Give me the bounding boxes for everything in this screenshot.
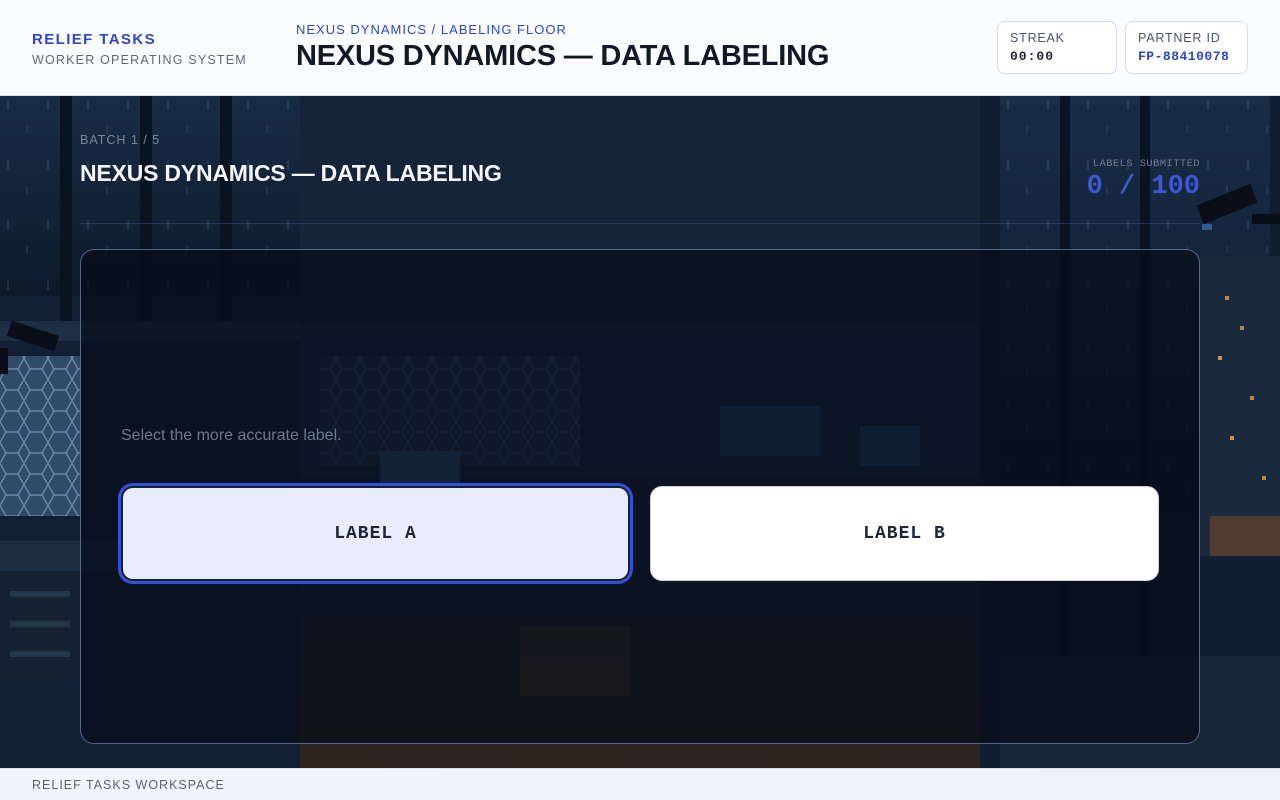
brand-subtitle: WORKER OPERATING SYSTEM bbox=[32, 53, 247, 67]
brand-title: RELIEF TASKS bbox=[32, 31, 157, 48]
header-divider bbox=[80, 223, 1200, 224]
task-title: NEXUS DYNAMICS — DATA LABELING bbox=[80, 160, 502, 186]
partner-id-label: PARTNER ID bbox=[1138, 31, 1221, 45]
top-header: RELIEF TASKS WORKER OPERATING SYSTEM NEX… bbox=[0, 0, 1280, 96]
streak-card: STREAK 00:00 bbox=[997, 21, 1117, 74]
labels-counter-label: LABELS SUBMITTED bbox=[1092, 158, 1200, 170]
footer-label: RELIEF TASKS WORKSPACE bbox=[32, 778, 225, 792]
brand: RELIEF TASKS WORKER OPERATING SYSTEM bbox=[32, 31, 247, 67]
partner-id-card: PARTNER ID FP-88410078 bbox=[1125, 21, 1248, 74]
labeling-panel: Select the more accurate label. LABEL A … bbox=[80, 249, 1200, 744]
task-prompt: Select the more accurate label. bbox=[121, 427, 342, 444]
streak-value: 00:00 bbox=[1010, 49, 1055, 64]
labels-counter-value: 0 / 100 bbox=[1086, 172, 1200, 202]
label-b-button[interactable]: LABEL B bbox=[650, 486, 1159, 581]
breadcrumb: NEXUS DYNAMICS / LABELING FLOOR bbox=[296, 22, 567, 37]
batch-indicator: BATCH 1 / 5 bbox=[80, 133, 161, 147]
labels-counter: LABELS SUBMITTED 0 / 100 bbox=[1087, 158, 1200, 202]
label-a-button[interactable]: LABEL A bbox=[121, 486, 630, 581]
footer: RELIEF TASKS WORKSPACE bbox=[0, 768, 1280, 800]
page-title: NEXUS DYNAMICS — DATA LABELING bbox=[296, 40, 830, 72]
streak-label: STREAK bbox=[1010, 31, 1065, 45]
task-stage: BATCH 1 / 5 NEXUS DYNAMICS — DATA LABELI… bbox=[0, 96, 1280, 768]
partner-id-value: FP-88410078 bbox=[1138, 49, 1230, 64]
header-titles: NEXUS DYNAMICS / LABELING FLOOR NEXUS DY… bbox=[296, 22, 829, 73]
